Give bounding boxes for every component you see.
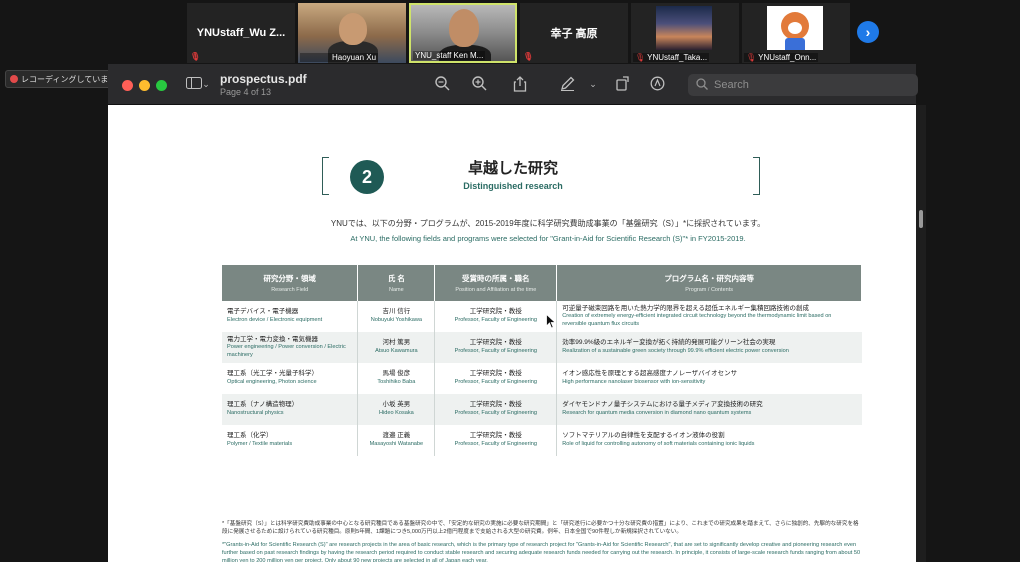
markup-pen-icon[interactable] [558, 76, 576, 94]
participant-photo [656, 6, 712, 50]
document-title: prospectus.pdf [220, 72, 307, 86]
participant-name: YNUstaff_Taka... [647, 53, 708, 62]
participant-name: YNUstaff_Onn... [758, 53, 817, 62]
field-cell: 理工系（化学） Polymer / Textile materials [222, 425, 359, 456]
participant-video-head [449, 9, 479, 47]
mic-muted-icon: 🎙︎ [523, 52, 534, 61]
share-icon[interactable] [511, 76, 529, 95]
table-row: 理工系（光工学・光量子科学） Optical engineering, Photo… [222, 363, 862, 394]
participant-tile-ken[interactable]: YNU_staff Ken M... [409, 3, 517, 63]
chevron-down-icon[interactable]: ⌄ [201, 76, 211, 92]
table-header-row: 研究分野・領域 Research Field 氏 名 Name 受賞時の所属・職名 P… [222, 265, 862, 301]
participant-video-head [339, 13, 367, 45]
participant-tile-wu[interactable]: YNUstaff_Wu Z... 🎙︎ [187, 3, 295, 63]
program-cell: イオン感応性を原理とする超高感度ナノレーザバイオセンサ High performa… [562, 370, 738, 386]
zoom-window-button[interactable] [156, 80, 167, 91]
pdf-page[interactable]: 2 卓越した研究 Distinguished research YNUでは、以下… [108, 105, 916, 562]
program-cell: ダイヤモンドナノ量子システムにおける量子メディア変換技術の研究 Research … [556, 394, 862, 425]
participant-name: YNU_staff Ken M... [415, 51, 484, 60]
pdf-viewer-window: ⌄ prospectus.pdf Page 4 of 13 ⌄ Search 2… [108, 64, 918, 562]
table-row: 理工系（ナノ構造物理） Nanostructural physics 小坂 英男 H… [222, 394, 862, 425]
name-cell: 馬場 俊彦 Toshihiko Baba [357, 363, 436, 394]
field-cell: 理工系（ナノ構造物理） Nanostructural physics [222, 394, 359, 425]
page-scrollbar-track[interactable] [916, 105, 926, 562]
section-title: 卓越した研究 [467, 160, 558, 177]
title-bracket-right [753, 157, 760, 195]
rotate-icon[interactable] [613, 76, 631, 94]
page-scrollbar-thumb[interactable] [919, 210, 923, 228]
mic-muted-icon: 🎙︎ [635, 53, 646, 62]
participant-name: YNUstaff_Wu Z... [196, 27, 286, 39]
program-cell: 可逆量子磁束回路を用いた熱力学的限界を超える超低エネルギー集積回路技術の創成 Cr… [562, 304, 832, 327]
participant-name: Haoyuan Xu [332, 53, 377, 62]
search-placeholder: Search [714, 79, 749, 91]
title-bracket-left [322, 157, 329, 195]
table-row: 電子デバイス・電子機器 Electron device / Electronic … [222, 301, 862, 332]
position-cell: 工学研究院・教授 Professor, Faculty of Engineerin… [434, 363, 558, 394]
footnote-ja: *「基盤研究（S）」とは科学研究費助成事業の中心となる研究種目である基盤研究の中… [222, 521, 859, 536]
name-cell: 小坂 英男 Hideo Kosaka [357, 394, 436, 425]
close-window-button[interactable] [122, 80, 133, 91]
participant-label: YNU_staff Ken M... [413, 51, 486, 60]
field-cell: 電力工学・電力変換・電気機器 Power engineering / Power … [222, 332, 359, 363]
section-number-badge: 2 [350, 160, 384, 194]
page-indicator: Page 4 of 13 [220, 87, 272, 97]
participant-tile-takahara[interactable]: 幸子 高原 🎙︎ [520, 3, 628, 63]
screen: YNUstaff_Wu Z... 🎙︎ Haoyuan Xu YNU_staff… [0, 0, 1020, 562]
window-titlebar: ⌄ prospectus.pdf Page 4 of 13 ⌄ Search [108, 64, 918, 105]
footnote-en: *"Grants-in-Aid for Scientific Research … [222, 542, 861, 562]
section-subtitle: Distinguished research [463, 181, 563, 191]
column-header: 研究分野・領域 Research Field [222, 265, 359, 301]
chevron-down-icon[interactable]: ⌄ [588, 76, 598, 92]
mic-muted-icon: 🎙︎ [190, 52, 201, 61]
search-field[interactable]: Search [688, 74, 918, 96]
mic-muted-icon: 🎙︎ [746, 53, 757, 62]
table-row: 理工系（化学） Polymer / Textile materials 渡邉 正義… [222, 425, 862, 456]
zoom-in-icon[interactable] [470, 76, 488, 94]
participant-tile-taka[interactable]: 🎙︎ YNUstaff_Taka... [631, 3, 739, 63]
program-cell: ソフトマテリアルの自律性を支配するイオン液体の役割 Role of liquid … [562, 432, 755, 448]
red-panda-avatar-icon [781, 12, 809, 40]
column-header: 受賞時の所属・職名 Position and Affiliation at the… [434, 265, 558, 301]
minimize-window-button[interactable] [139, 80, 150, 91]
name-cell: 渡邉 正義 Masayoshi Watanabe [357, 425, 436, 456]
position-cell: 工学研究院・教授 Professor, Faculty of Engineerin… [434, 332, 558, 363]
position-cell: 工学研究院・教授 Professor, Faculty of Engineerin… [434, 425, 558, 456]
position-cell: 工学研究院・教授 Professor, Faculty of Engineerin… [434, 301, 558, 332]
participant-avatar [767, 6, 823, 50]
search-icon [696, 77, 708, 93]
position-cell: 工学研究院・教授 Professor, Faculty of Engineerin… [434, 394, 558, 425]
zoom-out-icon[interactable] [433, 76, 451, 94]
column-header: 氏 名 Name [357, 265, 436, 301]
name-cell: 河村 篤男 Atsuo Kawamura [357, 332, 436, 363]
next-participants-button[interactable]: › [857, 21, 879, 43]
annotate-circle-icon[interactable] [648, 76, 666, 94]
participant-label: Haoyuan Xu [300, 53, 379, 62]
participant-label: 🎙︎ YNUstaff_Onn... [744, 53, 819, 62]
table-row: 電力工学・電力変換・電気機器 Power engineering / Power … [222, 332, 862, 363]
column-header: プログラム名・研究内容等 Program / Contents [556, 265, 862, 301]
participant-tile-onn[interactable]: 🎙︎ YNUstaff_Onn... [742, 3, 850, 63]
recording-icon [10, 75, 18, 83]
chevron-right-icon: › [865, 24, 871, 40]
research-table: 研究分野・領域 Research Field 氏 名 Name 受賞時の所属・職名 P… [222, 265, 862, 456]
participant-name: 幸子 高原 [550, 28, 598, 40]
intro-text-en: At YNU, the following fields and program… [350, 234, 746, 243]
intro-text-ja: YNUでは、以下の分野・プログラムが、2015-2019年度に科学研究費助成事業… [330, 219, 766, 228]
program-cell: 効率99.9%級のエネルギー変換が拓く持続的発展可能グリーン社会の実現 Reali… [556, 332, 862, 363]
participant-label: 🎙︎ YNUstaff_Taka... [633, 53, 710, 62]
field-cell: 電子デバイス・電子機器 Electron device / Electronic … [222, 301, 359, 332]
field-cell: 理工系（光工学・光量子科学） Optical engineering, Photo… [222, 363, 359, 394]
name-cell: 吉川 信行 Nobuyuki Yoshikawa [357, 301, 436, 332]
participant-tile-haoyuan[interactable]: Haoyuan Xu [298, 3, 406, 63]
